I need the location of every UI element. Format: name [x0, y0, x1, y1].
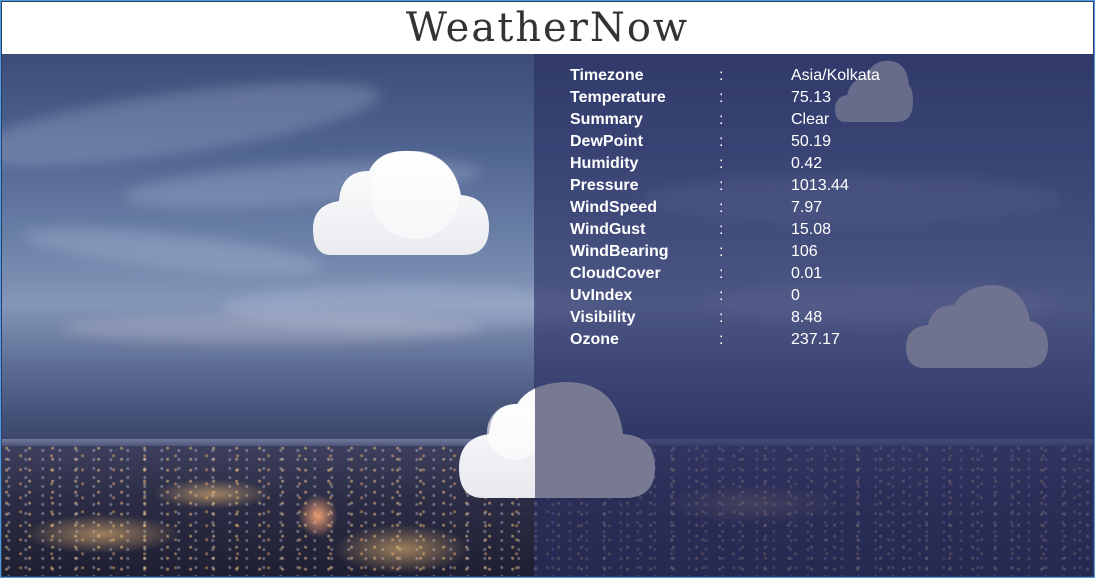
weather-key: Humidity — [570, 155, 639, 172]
app-window: WeatherNow Timezone : Asia/Kolkata Tempe… — [0, 0, 1095, 578]
weather-row-windspeed: WindSpeed : 7.97 — [570, 198, 970, 220]
weather-value: 0 — [791, 287, 800, 304]
weather-row-ozone: Ozone : 237.17 — [570, 330, 970, 352]
separator: : — [719, 221, 724, 238]
app-title: WeatherNow — [405, 5, 690, 51]
weather-key: Timezone — [570, 67, 644, 84]
weather-row-timezone: Timezone : Asia/Kolkata — [570, 66, 970, 88]
weather-row-pressure: Pressure : 1013.44 — [570, 176, 970, 198]
weather-key: WindSpeed — [570, 199, 657, 216]
weather-value: 0.01 — [791, 265, 823, 282]
cloud-icon — [459, 382, 655, 500]
weather-value: 0.42 — [791, 155, 823, 172]
separator: : — [719, 155, 724, 172]
weather-key: DewPoint — [570, 133, 643, 150]
separator: : — [719, 89, 724, 106]
weather-value: Clear — [791, 111, 830, 128]
weather-row-cloudcover: CloudCover : 0.01 — [570, 264, 970, 286]
separator: : — [719, 67, 724, 84]
weather-row-dewpoint: DewPoint : 50.19 — [570, 132, 970, 154]
weather-row-windbearing: WindBearing : 106 — [570, 242, 970, 264]
weather-key: CloudCover — [570, 265, 661, 282]
separator: : — [719, 199, 724, 216]
separator: : — [719, 287, 724, 304]
weather-key: UvIndex — [570, 287, 633, 304]
weather-key: Visibility — [570, 309, 636, 326]
weather-value: 50.19 — [791, 133, 832, 150]
weather-value: 8.48 — [791, 309, 823, 326]
separator: : — [719, 177, 724, 194]
cloud-icon — [313, 149, 489, 257]
separator: : — [719, 309, 724, 326]
weather-key: Temperature — [570, 89, 666, 106]
separator: : — [719, 111, 724, 128]
weather-value: Asia/Kolkata — [791, 67, 880, 84]
weather-value: 75.13 — [791, 89, 832, 106]
weather-details: Timezone : Asia/Kolkata Temperature : 75… — [570, 66, 970, 352]
separator: : — [719, 243, 724, 260]
weather-key: WindGust — [570, 221, 646, 238]
weather-value: 237.17 — [791, 331, 840, 348]
weather-row-uvindex: UvIndex : 0 — [570, 286, 970, 308]
weather-value: 1013.44 — [791, 177, 849, 194]
separator: : — [719, 265, 724, 282]
weather-value: 106 — [791, 243, 818, 260]
app-header: WeatherNow — [2, 2, 1093, 54]
weather-value: 15.08 — [791, 221, 832, 238]
weather-key: Summary — [570, 111, 643, 128]
separator: : — [719, 331, 724, 348]
separator: : — [719, 133, 724, 150]
weather-key: Pressure — [570, 177, 639, 194]
weather-value: 7.97 — [791, 199, 823, 216]
weather-row-summary: Summary : Clear — [570, 110, 970, 132]
weather-key: WindBearing — [570, 243, 669, 260]
weather-row-humidity: Humidity : 0.42 — [570, 154, 970, 176]
weather-row-windgust: WindGust : 15.08 — [570, 220, 970, 242]
weather-key: Ozone — [570, 331, 619, 348]
weather-row-visibility: Visibility : 8.48 — [570, 308, 970, 330]
weather-row-temperature: Temperature : 75.13 — [570, 88, 970, 110]
